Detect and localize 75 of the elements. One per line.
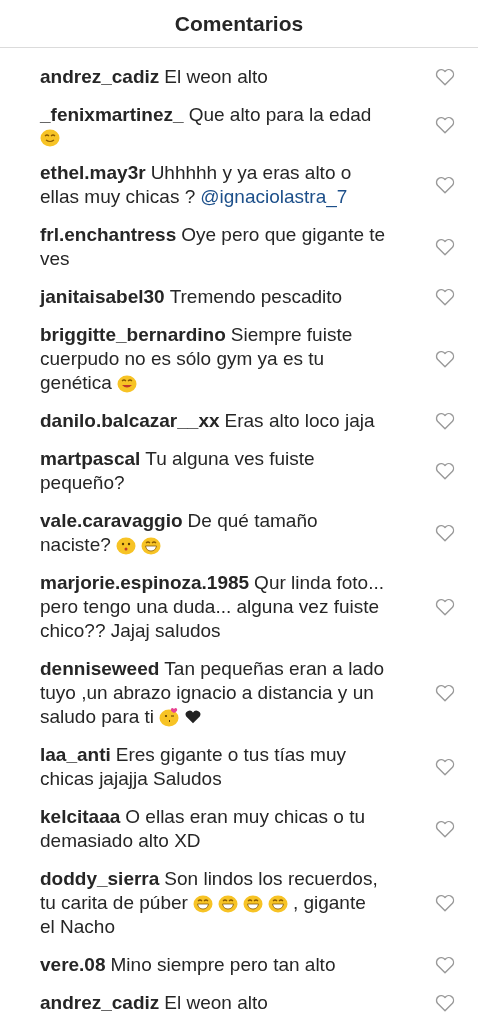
like-button[interactable] <box>434 818 456 840</box>
like-button[interactable] <box>434 286 456 308</box>
like-button[interactable] <box>434 460 456 482</box>
comment-text: chicas jajajja Saludos <box>40 767 222 791</box>
comment-text: Son lindos los recuerdos, <box>164 867 378 891</box>
like-button[interactable] <box>434 522 456 544</box>
like-button[interactable] <box>434 682 456 704</box>
comment-text: Tan pequeñas eran a lado <box>164 657 385 681</box>
smiling-face-icon <box>116 373 137 393</box>
heart-icon <box>184 708 203 726</box>
comment-text: De qué tamaño <box>187 509 318 533</box>
comment-text: Tu alguna ves fuiste <box>145 447 315 471</box>
like-button[interactable] <box>434 596 456 618</box>
comment-text: pequeño? <box>40 471 125 495</box>
like-button[interactable] <box>434 756 456 778</box>
username[interactable]: doddy_sierra <box>40 867 160 891</box>
comment-text: Eres gigante o tus tías muy <box>115 743 346 767</box>
like-button[interactable] <box>434 892 456 914</box>
comment-text: chico?? Jajaj saludos <box>40 619 221 643</box>
username[interactable]: danilo.balcazar__xx <box>40 409 220 433</box>
like-button[interactable] <box>434 410 456 432</box>
username[interactable]: frl.enchantress <box>40 223 177 247</box>
comment-text: Que alto para la edad <box>188 103 372 127</box>
comment-text: ves <box>40 247 70 271</box>
like-button[interactable] <box>434 66 456 88</box>
comment-text: Eras alto loco jaja <box>224 409 375 433</box>
like-button[interactable] <box>434 954 456 976</box>
username[interactable]: vale.caravaggio <box>40 509 183 533</box>
comment-text: Qur linda foto... <box>254 571 384 595</box>
comment-text: Oye pero que gigante te <box>181 223 386 247</box>
comment-text: Uhhhhh y ya eras alto o <box>150 161 352 185</box>
kissing-face-icon <box>159 707 180 727</box>
comment-text: El weon alto <box>164 65 268 89</box>
username[interactable]: andrez_cadiz <box>40 65 160 89</box>
comment-text: el Nacho <box>40 915 115 939</box>
like-button[interactable] <box>434 114 456 136</box>
username[interactable]: briggitte_bernardino <box>40 323 226 347</box>
username[interactable]: vere.08 <box>40 953 106 977</box>
username[interactable]: marjorie.espinoza.1985 <box>40 571 250 595</box>
comment-text: ellas muy chicas ? <box>40 185 196 209</box>
comment-text: Siempre fuiste <box>230 323 353 347</box>
laughing-face-icon <box>192 893 213 913</box>
username[interactable]: laa_anti <box>40 743 111 767</box>
mention-link[interactable]: @ignaciolastra_7 <box>200 185 348 209</box>
comment-text: Mino siempre pero tan alto <box>110 953 336 977</box>
comment-text: pero tengo una duda... alguna vez fuiste <box>40 595 380 619</box>
like-button[interactable] <box>434 992 456 1014</box>
comment-text: cuerpudo no es sólo gym ya es tu <box>40 347 325 371</box>
username[interactable]: janitaisabel30 <box>40 285 165 309</box>
username[interactable]: _fenixmartinez_ <box>40 103 184 127</box>
comment-text: demasiado alto XD <box>40 829 201 853</box>
like-button[interactable] <box>434 236 456 258</box>
comment-text: Tremendo pescadito <box>169 285 343 309</box>
comment-text: tuyo ,un abrazo ignacio a distancia y un <box>40 681 374 705</box>
laughing-face-icon <box>267 893 288 913</box>
comment-text: El weon alto <box>164 991 268 1015</box>
page-title: Comentarios <box>174 11 304 36</box>
laughing-face-icon <box>242 893 263 913</box>
like-button[interactable] <box>434 348 456 370</box>
like-button[interactable] <box>434 174 456 196</box>
comment-text: tu carita de púber <box>40 891 188 915</box>
comment-text: naciste? <box>40 533 111 557</box>
username[interactable]: ethel.may3r <box>40 161 146 185</box>
comment-text: O ellas eran muy chicas o tu <box>125 805 365 829</box>
comment-text: saludo para ti <box>40 705 155 729</box>
smiling-face-icon <box>40 127 60 147</box>
username[interactable]: andrez_cadiz <box>40 991 160 1015</box>
username[interactable]: martpascal <box>40 447 141 471</box>
surprised-face-icon <box>115 535 136 555</box>
username[interactable]: kelcitaaa <box>40 805 121 829</box>
laughing-face-icon <box>140 535 161 555</box>
laughing-face-icon <box>217 893 238 913</box>
comment-text: , gigante <box>292 891 366 915</box>
username[interactable]: denniseweed <box>40 657 160 681</box>
comment-text: genética <box>40 371 112 395</box>
